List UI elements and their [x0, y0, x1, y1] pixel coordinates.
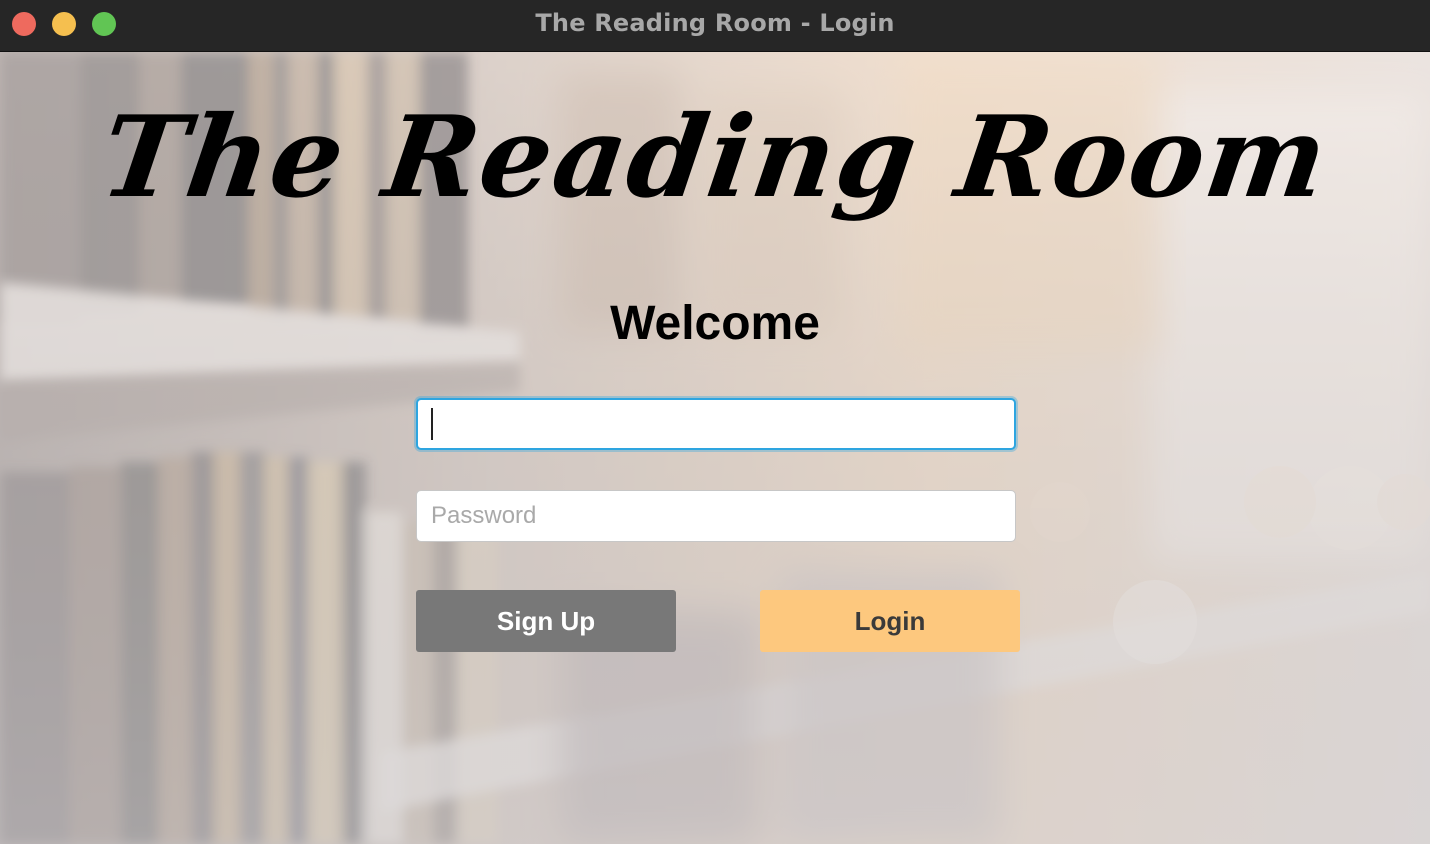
login-window: The Reading Room - Login The Reading Roo…	[0, 0, 1430, 844]
app-brand-title: The Reading Room	[93, 92, 1337, 223]
password-input[interactable]	[416, 490, 1016, 542]
login-button[interactable]: Login	[760, 590, 1020, 652]
welcome-heading: Welcome	[610, 297, 820, 350]
username-input[interactable]	[416, 398, 1016, 450]
window-title: The Reading Room - Login	[535, 9, 895, 37]
title-bar[interactable]: The Reading Room - Login	[0, 0, 1430, 52]
sign-up-button[interactable]: Sign Up	[416, 590, 676, 652]
text-cursor	[431, 408, 433, 440]
login-content: The Reading Room Welcome Sign Up Login	[0, 52, 1430, 844]
